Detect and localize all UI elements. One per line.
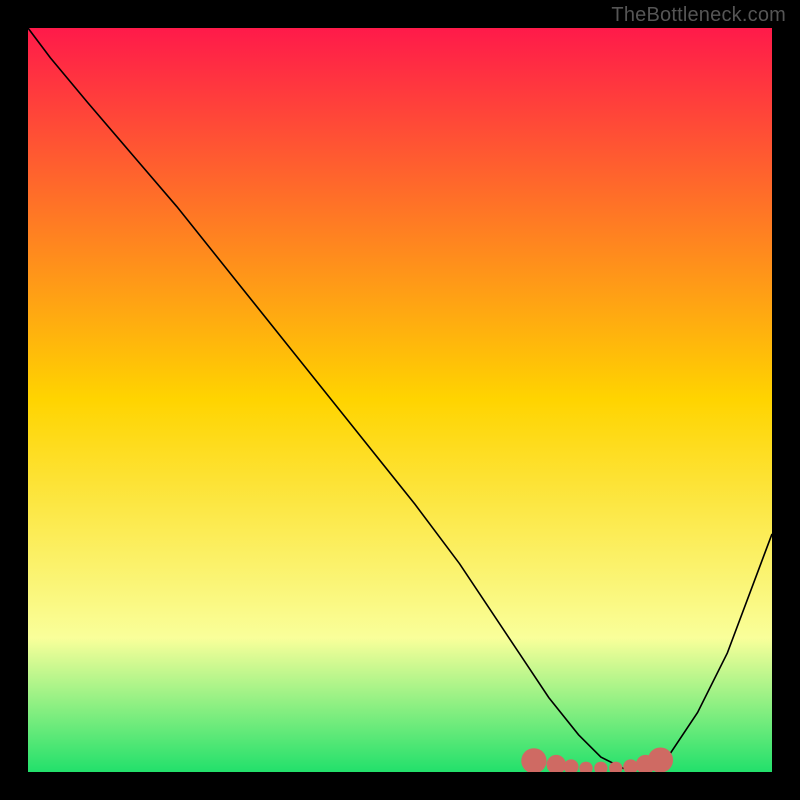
optimal-zone-marker <box>648 747 673 772</box>
chart-frame: TheBottleneck.com <box>0 0 800 800</box>
watermark-label: TheBottleneck.com <box>611 4 786 27</box>
gradient-background <box>28 28 772 772</box>
chart-svg <box>28 28 772 772</box>
plot-area <box>28 28 772 772</box>
